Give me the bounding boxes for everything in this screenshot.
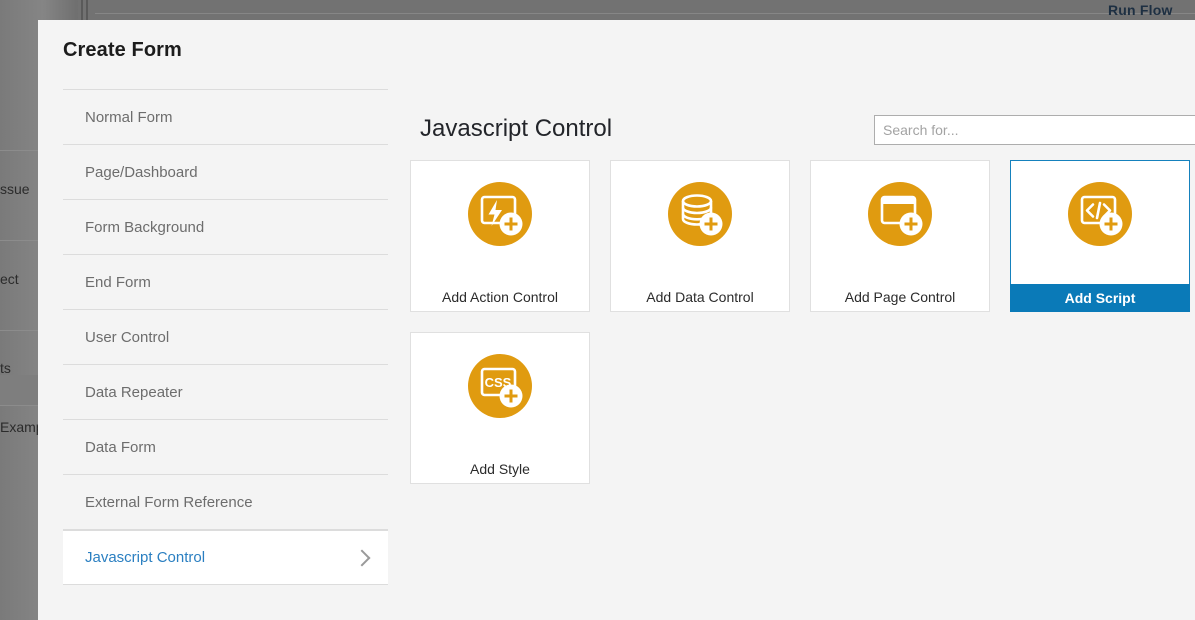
sidebar-item-page-dashboard[interactable]: Page/Dashboard [63,145,388,200]
sidebar-item-javascript-control[interactable]: Javascript Control [63,530,388,585]
backdrop-text-fragment: ssue [0,181,30,197]
sidebar-item-external-form-reference[interactable]: External Form Reference [63,475,388,530]
sidebar-item-label: User Control [85,328,170,346]
sidebar-item-form-background[interactable]: Form Background [63,200,388,255]
dialog-title: Create Form [63,39,182,61]
tile-add-script[interactable]: Add Script [1010,160,1190,312]
tile-add-action-control[interactable]: Add Action Control [410,160,590,312]
sidebar-item-normal-form[interactable]: Normal Form [63,90,388,145]
sidebar-item-label: End Form [85,273,151,291]
backdrop-toolbar-rule [95,13,1195,14]
sidebar-item-label: Page/Dashboard [85,163,198,181]
sidebar-item-label: Form Background [85,218,205,236]
data-control-icon [668,182,732,246]
form-type-sidebar: Normal Form Page/Dashboard Form Backgrou… [63,90,388,585]
sidebar-item-user-control[interactable]: User Control [63,310,388,365]
sidebar-item-label: Javascript Control [85,549,206,566]
sidebar-item-end-form[interactable]: End Form [63,255,388,310]
backdrop-toolbar-divider [86,0,88,22]
backdrop-toolbar [78,0,1195,22]
sidebar-item-data-repeater[interactable]: Data Repeater [63,365,388,420]
style-css-icon: CSS [468,354,532,418]
backdrop-text-fragment: ect [0,271,19,287]
tile-add-page-control[interactable]: Add Page Control [810,160,990,312]
tile-label: Add Page Control [844,289,956,305]
backdrop-toolbar-divider [81,0,83,22]
chevron-right-icon [353,549,371,566]
tile-label: Add Script [1010,284,1190,312]
sidebar-item-label: Data Form [85,438,156,456]
sidebar-item-label: Normal Form [85,108,173,126]
action-control-icon [468,182,532,246]
tile-label: Add Style [470,461,530,477]
tile-add-style[interactable]: CSS Add Style [410,332,590,484]
script-icon [1068,182,1132,246]
tile-label: Add Action Control [442,289,558,305]
panel-title: Javascript Control [420,115,613,142]
control-tile-grid: Add Action Control Add Data Control Add … [410,160,1195,484]
search-input[interactable] [874,115,1195,145]
run-flow-button[interactable]: Run Flow [1108,2,1173,18]
backdrop-text-fragment: ts [0,360,11,376]
tile-label: Add Data Control [646,289,754,305]
sidebar-item-label: Data Repeater [85,383,183,401]
page-control-icon [868,182,932,246]
create-form-dialog: Create Form Normal Form Page/Dashboard F… [38,20,1195,620]
sidebar-item-data-form[interactable]: Data Form [63,420,388,475]
tile-add-data-control[interactable]: Add Data Control [610,160,790,312]
control-gallery-panel: Javascript Control Add Action Control [410,90,1195,620]
sidebar-item-label: External Form Reference [85,493,253,511]
